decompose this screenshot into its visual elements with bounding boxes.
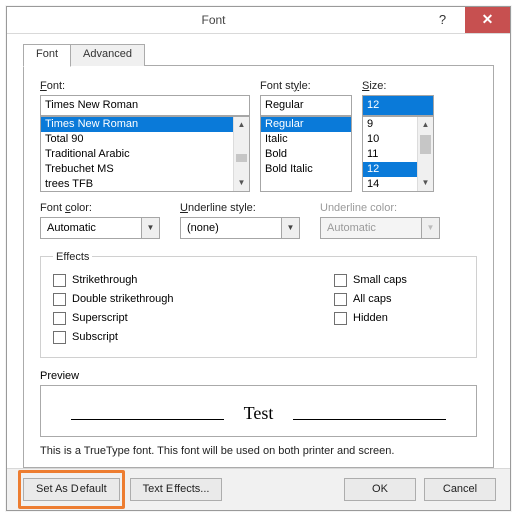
scroll-down-icon[interactable]: ▼: [418, 175, 433, 191]
preview-label: Preview: [40, 370, 477, 382]
underlinestyle-label: Underline style:: [180, 202, 300, 214]
dialog-title: Font: [7, 7, 420, 33]
size-label: Size:: [362, 80, 434, 92]
preview-rule: [293, 419, 446, 420]
underlinecolor-combo: Automatic ▼: [320, 217, 440, 239]
size-listbox[interactable]: 9 10 11 12 14 ▲ ▼: [362, 116, 434, 192]
size-list-scrollbar[interactable]: ▲ ▼: [417, 117, 433, 191]
chevron-down-icon: ▼: [281, 218, 299, 238]
font-item[interactable]: Total 90: [41, 132, 233, 147]
style-item[interactable]: Bold: [261, 147, 351, 162]
font-input[interactable]: [40, 95, 250, 116]
effects-group: Effects Strikethrough Double strikethrou…: [40, 251, 477, 358]
size-item[interactable]: 10: [363, 132, 417, 147]
font-item[interactable]: Times New Roman: [41, 117, 233, 132]
tab-font[interactable]: Font: [23, 44, 71, 67]
checkbox-superscript[interactable]: Superscript: [53, 309, 324, 328]
effects-legend: Effects: [53, 251, 92, 263]
tab-advanced[interactable]: Advanced: [71, 44, 145, 66]
fontstyle-input[interactable]: [260, 95, 352, 116]
checkbox-double-strikethrough[interactable]: Double strikethrough: [53, 290, 324, 309]
cancel-button[interactable]: Cancel: [424, 478, 496, 501]
size-input[interactable]: [362, 95, 434, 116]
close-button[interactable]: ✕: [465, 7, 510, 33]
scroll-down-icon[interactable]: ▼: [234, 175, 249, 191]
close-icon: ✕: [482, 11, 494, 28]
size-item[interactable]: 14: [363, 177, 417, 191]
fontstyle-listbox[interactable]: Regular Italic Bold Bold Italic: [260, 116, 352, 192]
fontstyle-label: Font style:: [260, 80, 352, 92]
style-item[interactable]: Italic: [261, 132, 351, 147]
preview-sample-text: Test: [238, 403, 280, 424]
text-effects-button[interactable]: Text Effects...: [130, 478, 223, 501]
size-item[interactable]: 9: [363, 117, 417, 132]
chevron-down-icon: ▼: [421, 218, 439, 238]
font-listbox[interactable]: Times New Roman Total 90 Traditional Ara…: [40, 116, 250, 192]
checkbox-smallcaps[interactable]: Small caps: [334, 271, 464, 290]
set-as-default-button[interactable]: Set As Default: [23, 478, 120, 501]
preview-box: Test: [40, 385, 477, 437]
scroll-up-icon[interactable]: ▲: [234, 117, 249, 133]
font-item[interactable]: Traditional Arabic: [41, 147, 233, 162]
scroll-up-icon[interactable]: ▲: [418, 117, 433, 133]
font-item[interactable]: trees TFB: [41, 177, 233, 191]
checkbox-strikethrough[interactable]: Strikethrough: [53, 271, 324, 290]
underlinecolor-label: Underline color:: [320, 202, 440, 214]
style-item[interactable]: Bold Italic: [261, 162, 351, 177]
size-item[interactable]: 11: [363, 147, 417, 162]
font-item[interactable]: Trebuchet MS: [41, 162, 233, 177]
tab-strip: Font Advanced: [23, 44, 494, 66]
font-dialog: Font ? ✕ Font Advanced Font:: [6, 6, 511, 511]
ok-button[interactable]: OK: [344, 478, 416, 501]
font-note: This is a TrueType font. This font will …: [40, 445, 477, 457]
preview-rule: [71, 419, 224, 420]
font-list-scrollbar[interactable]: ▲ ▼: [233, 117, 249, 191]
fontcolor-combo[interactable]: Automatic ▼: [40, 217, 160, 239]
help-button[interactable]: ?: [420, 7, 465, 33]
checkbox-subscript[interactable]: Subscript: [53, 328, 324, 347]
fontcolor-label: Font color:: [40, 202, 160, 214]
dialog-footer: Set As Default Text Effects... OK Cancel: [7, 468, 510, 510]
chevron-down-icon: ▼: [141, 218, 159, 238]
underlinestyle-combo[interactable]: (none) ▼: [180, 217, 300, 239]
style-item[interactable]: Regular: [261, 117, 351, 132]
titlebar: Font ? ✕: [7, 7, 510, 34]
size-item[interactable]: 12: [363, 162, 417, 177]
checkbox-hidden[interactable]: Hidden: [334, 309, 464, 328]
checkbox-allcaps[interactable]: All caps: [334, 290, 464, 309]
font-label: Font:: [40, 80, 250, 92]
tab-pane-font: Font: Times New Roman Total 90 Tradition…: [23, 66, 494, 468]
